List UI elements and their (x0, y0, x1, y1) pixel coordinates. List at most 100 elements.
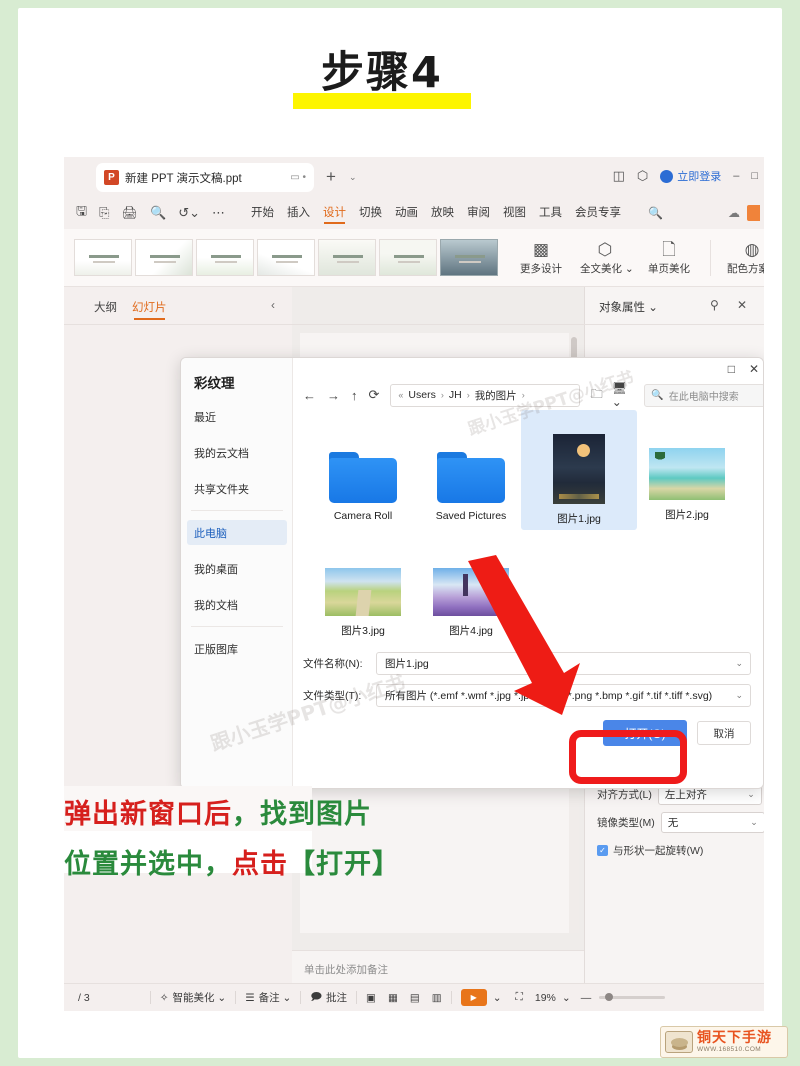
file-item-camera-roll[interactable]: Camera Roll (305, 414, 421, 526)
ribbon-tab-slideshow[interactable]: 放映 (431, 204, 454, 223)
design-template[interactable] (196, 239, 254, 276)
ribbon-tab-member[interactable]: 会员专享 (575, 204, 621, 223)
file-item-image2[interactable]: 图片2.jpg (629, 414, 745, 526)
document-tab[interactable]: P 新建 PPT 演示文稿.ppt ▭ • (96, 163, 314, 192)
back-icon[interactable]: ← (303, 388, 316, 403)
collapse-panel-icon[interactable]: ‹ (271, 298, 275, 312)
beautify-all-button[interactable]: ⬡ 全文美化 ⌄ (580, 239, 634, 276)
sidebar-item-stock-library[interactable]: 正版图库 (187, 636, 287, 661)
rotate-with-shape-checkbox[interactable]: ✓ 与形状一起旋转(W) (597, 843, 703, 858)
shield-icon[interactable]: ⬡ (637, 168, 648, 184)
cancel-button[interactable]: 取消 (697, 721, 751, 745)
up-icon[interactable]: ↑ (351, 388, 358, 403)
design-template[interactable] (440, 239, 498, 276)
file-item-image3[interactable]: 图片3.jpg (305, 530, 421, 642)
sidebar-item-cloud[interactable]: 我的云文档 (187, 440, 287, 465)
file-name: Camera Roll (333, 510, 393, 522)
dialog-restore-button[interactable]: □ (728, 362, 735, 376)
file-item-saved-pictures[interactable]: Saved Pictures (413, 414, 529, 526)
ribbon-tab-design[interactable]: 设计 (323, 204, 346, 224)
ribbon-tab-start[interactable]: 开始 (251, 204, 274, 223)
new-folder-icon[interactable]: 🗀 (591, 385, 603, 406)
design-template[interactable] (318, 239, 376, 276)
ribbon-tab-insert[interactable]: 插入 (287, 204, 310, 223)
save-as-icon[interactable]: ⎘ (99, 205, 109, 221)
beautify-page-label: 单页美化 (648, 263, 690, 275)
reading-view-button[interactable]: ▥ (432, 992, 442, 1004)
ribbon-tab-view[interactable]: 视图 (503, 204, 526, 223)
breadcrumb-part-users[interactable]: Users (408, 389, 435, 401)
design-template[interactable] (135, 239, 193, 276)
sidebar-item-documents[interactable]: 我的文档 (187, 592, 287, 617)
notes-view-button[interactable]: ▤ (410, 992, 420, 1004)
tab-actions[interactable]: ▭ • (290, 172, 306, 183)
cloud-sync-icon[interactable]: ☁ (728, 206, 740, 220)
zoom-out-button[interactable]: — (581, 992, 592, 1004)
beautify-all-label: 全文美化 ⌄ (580, 263, 634, 275)
new-tab-button[interactable]: + (326, 167, 336, 187)
notes-pane[interactable]: 单击此处添加备注 (292, 950, 584, 986)
sidebar-item-this-pc[interactable]: 此电脑 (187, 520, 287, 545)
login-button[interactable]: 立即登录 (660, 168, 721, 184)
start-slideshow-button[interactable]: ▶ (460, 989, 487, 1006)
breadcrumb-part-jh[interactable]: JH (449, 389, 462, 401)
restore-button[interactable]: □ (751, 170, 758, 182)
fit-to-window-button[interactable]: ⛶ (516, 991, 523, 1004)
more-design-button[interactable]: ▩ 更多设计 (516, 239, 566, 276)
pin-icon[interactable]: ⚲ (710, 298, 719, 312)
refresh-icon[interactable]: ⟳ (369, 387, 380, 403)
notes-button[interactable]: ☰ 备注 ⌄ (245, 990, 291, 1005)
minimize-button[interactable]: – (733, 170, 739, 182)
coins-icon (665, 1031, 693, 1053)
notes-placeholder: 单击此处添加备注 (304, 964, 388, 976)
normal-view-button[interactable]: ▣ (366, 992, 376, 1004)
zoom-chevron-icon[interactable]: ⌄ (562, 992, 571, 1004)
moon-icon (577, 444, 590, 457)
more-commands-icon[interactable]: ⋯ (212, 205, 225, 221)
ribbon-tab-tools[interactable]: 工具 (539, 204, 562, 223)
folder-icon (329, 449, 397, 503)
slideshow-options-chevron-icon[interactable]: ⌄ (493, 992, 502, 1004)
sidebar-item-recent[interactable]: 最近 (187, 404, 287, 429)
breadcrumb-part-pictures[interactable]: 我的图片 (475, 388, 517, 403)
breadcrumb[interactable]: « Users › JH › 我的图片 › (390, 383, 580, 407)
object-properties-title[interactable]: 对象属性 ⌄ (599, 299, 658, 315)
color-scheme-button[interactable]: ◍ 配色方案 ⌄ (727, 239, 764, 276)
beautify-page-button[interactable]: 🗋 单页美化 (644, 239, 694, 276)
sidebar-toggle-icon[interactable]: ◫ (613, 168, 625, 184)
ribbon-tab-transition[interactable]: 切换 (359, 204, 382, 223)
chevron-down-icon[interactable]: ⌄ (735, 690, 743, 701)
mirror-value: 无 (667, 817, 679, 829)
zoom-level[interactable]: 19% (535, 992, 556, 1004)
tab-outline[interactable]: 大纲 (94, 299, 117, 315)
design-template[interactable] (379, 239, 437, 276)
tab-slides[interactable]: 幻灯片 (132, 299, 167, 320)
design-template[interactable] (74, 239, 132, 276)
sidebar-item-shared[interactable]: 共享文件夹 (187, 476, 287, 501)
file-item-image1[interactable]: 图片1.jpg (521, 410, 637, 530)
sidebar-item-desktop[interactable]: 我的桌面 (187, 556, 287, 581)
zoom-slider-knob[interactable] (605, 993, 614, 1001)
design-template[interactable] (257, 239, 315, 276)
chevron-down-icon[interactable]: ⌄ (735, 658, 743, 669)
collapse-ribbon-button[interactable] (747, 205, 760, 221)
folder-icon (437, 449, 505, 503)
close-icon[interactable]: ✕ (737, 298, 747, 312)
tab-list-chevron-icon[interactable]: ⌄ (349, 172, 357, 183)
dialog-close-icon[interactable]: ✕ (749, 362, 759, 376)
print-preview-icon[interactable]: 🔍 (150, 205, 166, 221)
slide-sorter-button[interactable]: ▦ (388, 992, 398, 1004)
comments-button[interactable]: 🗩 批注 (310, 989, 347, 1007)
zoom-slider[interactable] (599, 993, 666, 1001)
ribbon-search-icon[interactable]: 🔍 (648, 206, 663, 220)
ribbon-tab-review[interactable]: 审阅 (467, 204, 490, 223)
dialog-search-input[interactable]: 🔍 在此电脑中搜索 (644, 383, 763, 407)
print-icon[interactable]: 🖨 (121, 205, 138, 221)
undo-icon[interactable]: ↺⌄ (178, 205, 200, 221)
view-mode-icon[interactable]: 🖥⌄ (612, 381, 635, 409)
smart-beautify-button[interactable]: ✧ 智能美化 ⌄ (160, 990, 227, 1005)
ribbon-tab-animation[interactable]: 动画 (395, 204, 418, 223)
save-icon[interactable]: 🖫 (76, 202, 87, 224)
forward-icon[interactable]: → (327, 388, 340, 403)
mirror-select[interactable]: 无 ⌄ (660, 812, 764, 833)
